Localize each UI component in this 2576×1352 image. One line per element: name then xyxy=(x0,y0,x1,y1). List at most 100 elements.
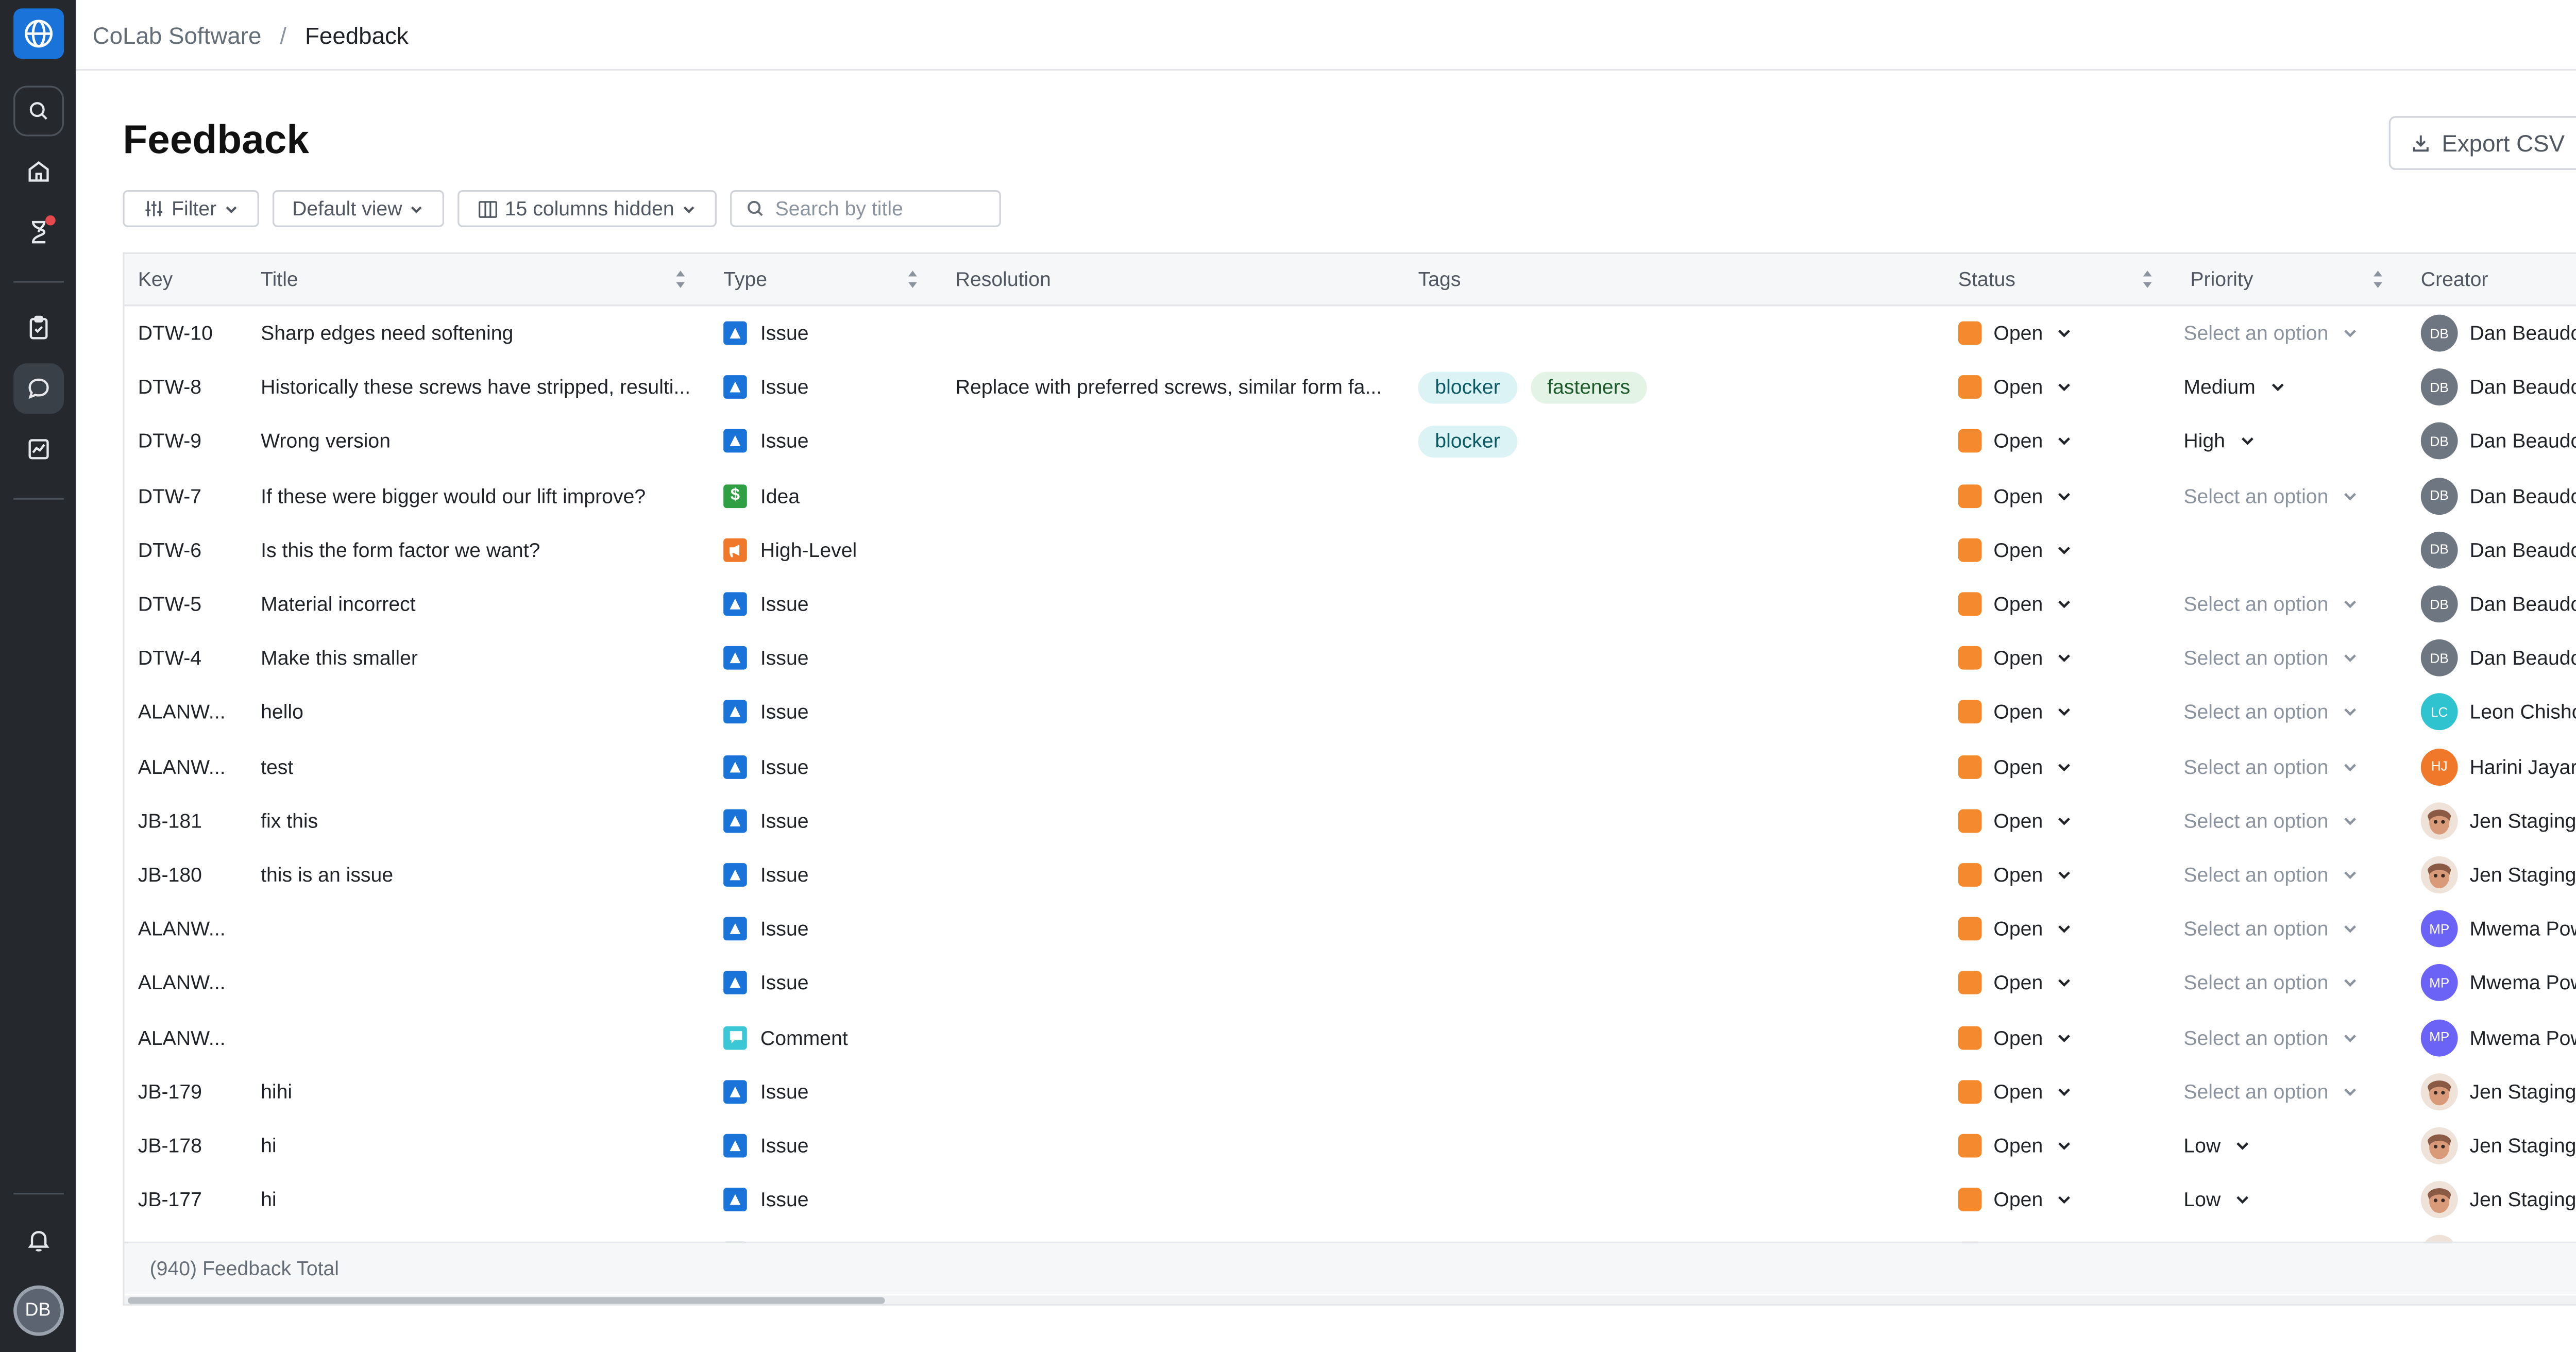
priority-select[interactable]: Select an option xyxy=(2183,631,2394,685)
cell-tags[interactable]: blocker fasteners xyxy=(1418,360,1923,414)
table-row[interactable]: DTW-9 Wrong version Issue blocker Open H… xyxy=(125,415,2576,468)
cell-tags[interactable] xyxy=(1418,1173,1923,1227)
cell-type[interactable]: Issue xyxy=(723,739,942,793)
cell-type[interactable]: Issue xyxy=(723,1173,942,1227)
avatar[interactable]: HJ xyxy=(2420,748,2458,785)
cell-tags[interactable] xyxy=(1418,902,1923,956)
status-select[interactable]: Open xyxy=(1958,1173,2160,1227)
colab-logo[interactable] xyxy=(12,8,63,59)
status-select[interactable]: Open xyxy=(1958,794,2160,848)
status-select[interactable]: Open xyxy=(1958,631,2160,685)
cell-type[interactable]: Issue xyxy=(723,902,942,956)
table-row[interactable]: JB-178 hi Issue Open Low Jen Staging xyxy=(125,1119,2576,1172)
cell-key[interactable]: ALANW... xyxy=(138,956,249,1010)
cell-tags[interactable] xyxy=(1418,469,1923,522)
table-row[interactable]: ALANW... Issue Open Select an option MP M… xyxy=(125,956,2576,1010)
view-select-button[interactable]: Default view xyxy=(272,190,445,227)
cell-type[interactable]: Issue xyxy=(723,631,942,685)
cell-title[interactable]: hi xyxy=(261,1173,694,1227)
cell-title[interactable]: hihi xyxy=(261,1064,694,1118)
horizontal-scrollbar[interactable] xyxy=(124,1295,2576,1304)
columns-button[interactable]: 15 columns hidden xyxy=(457,190,717,227)
global-search-button[interactable] xyxy=(12,86,63,137)
cell-key[interactable]: JB-177 xyxy=(138,1173,249,1227)
cell-title[interactable]: Sharp edges need softening xyxy=(261,306,694,360)
cell-key[interactable]: JB-180 xyxy=(138,848,249,902)
avatar[interactable]: DB xyxy=(2420,314,2458,352)
cell-type[interactable]: Comment xyxy=(723,1010,942,1064)
cell-creator[interactable]: DB Dan Beaudoin xyxy=(2420,360,2576,414)
table-row[interactable]: JB-181 fix this Issue Open Select an opt… xyxy=(125,794,2576,848)
avatar[interactable] xyxy=(2420,856,2458,893)
cell-creator[interactable]: DB Dan Beaudoin xyxy=(2420,415,2576,468)
cell-key[interactable]: DTW-8 xyxy=(138,360,249,414)
cell-creator[interactable]: DB Dan Beaudoin xyxy=(2420,631,2576,685)
cell-tags[interactable] xyxy=(1418,956,1923,1010)
cell-resolution[interactable] xyxy=(956,902,1389,956)
reviews-button[interactable] xyxy=(12,207,63,258)
avatar[interactable]: LC xyxy=(2420,694,2458,731)
sort-icon[interactable] xyxy=(2372,269,2384,289)
cell-title[interactable]: hi xyxy=(261,1119,694,1172)
cell-key[interactable]: ALANW... xyxy=(138,902,249,956)
status-select[interactable]: Open xyxy=(1958,577,2160,631)
cell-resolution[interactable] xyxy=(956,1173,1389,1227)
export-csv-button[interactable]: Export CSV xyxy=(2388,116,2576,170)
cell-tags[interactable] xyxy=(1418,794,1923,848)
cell-title[interactable]: If these were bigger would our lift impr… xyxy=(261,469,694,522)
cell-creator[interactable]: MP Mwema Powa xyxy=(2420,1010,2576,1064)
table-row[interactable]: DTW-6 Is this the form factor we want? H… xyxy=(125,523,2576,577)
cell-tags[interactable] xyxy=(1418,1064,1923,1118)
cell-tags[interactable] xyxy=(1418,848,1923,902)
priority-select[interactable] xyxy=(2183,523,2394,577)
cell-title[interactable]: Historically these screws have stripped,… xyxy=(261,360,694,414)
cell-type[interactable]: Issue xyxy=(723,306,942,360)
priority-select[interactable]: Select an option xyxy=(2183,469,2394,522)
home-button[interactable] xyxy=(12,146,63,197)
table-row[interactable]: JB-179 hihi Issue Open Select an option … xyxy=(125,1064,2576,1118)
cell-resolution[interactable] xyxy=(956,523,1389,577)
search-field[interactable] xyxy=(730,190,1001,227)
sort-icon[interactable] xyxy=(674,269,686,289)
cell-creator[interactable]: HJ Harini Jayaraman xyxy=(2420,739,2576,793)
avatar[interactable]: MP xyxy=(2420,1019,2458,1056)
cell-resolution[interactable] xyxy=(956,794,1389,848)
cell-type[interactable]: $ Idea xyxy=(723,469,942,522)
cell-resolution[interactable]: Replace with preferred screws, similar f… xyxy=(956,360,1389,414)
cell-title[interactable] xyxy=(261,1010,694,1064)
avatar[interactable]: MP xyxy=(2420,910,2458,948)
cell-creator[interactable]: LC Leon Chisholm xyxy=(2420,685,2576,739)
avatar[interactable]: DB xyxy=(2420,531,2458,569)
tag-blocker[interactable]: blocker xyxy=(1418,371,1517,403)
cell-tags[interactable] xyxy=(1418,1119,1923,1172)
feedback-button[interactable] xyxy=(12,363,63,414)
table-row[interactable]: JB-180 this is an issue Issue Open Selec… xyxy=(125,848,2576,902)
cell-resolution[interactable] xyxy=(956,739,1389,793)
cell-creator[interactable]: Jen Staging xyxy=(2420,794,2576,848)
table-row[interactable]: DTW-5 Material incorrect Issue Open Sele… xyxy=(125,577,2576,631)
breadcrumb-org-link[interactable]: CoLab Software xyxy=(93,21,262,48)
cell-resolution[interactable] xyxy=(956,1010,1389,1064)
status-select[interactable]: Open xyxy=(1958,360,2160,414)
sort-icon[interactable] xyxy=(907,269,919,289)
cell-creator[interactable]: DB Dan Beaudoin xyxy=(2420,523,2576,577)
cell-creator[interactable]: Jen Staging xyxy=(2420,1119,2576,1172)
cell-resolution[interactable] xyxy=(956,469,1389,522)
cell-resolution[interactable] xyxy=(956,956,1389,1010)
column-header-tags[interactable]: Tags xyxy=(1418,254,1461,306)
priority-select[interactable]: Select an option xyxy=(2183,794,2394,848)
cell-creator[interactable]: DB Dan Beaudoin xyxy=(2420,577,2576,631)
priority-select[interactable]: High xyxy=(2183,415,2394,468)
cell-tags[interactable]: blocker xyxy=(1418,415,1923,468)
avatar[interactable]: MP xyxy=(2420,965,2458,1002)
priority-select[interactable]: Select an option xyxy=(2183,577,2394,631)
status-select[interactable]: Open xyxy=(1958,415,2160,468)
table-row[interactable]: ALANW... hello Issue Open Select an opti… xyxy=(125,685,2576,739)
avatar[interactable] xyxy=(2420,1073,2458,1110)
cell-key[interactable]: JB-179 xyxy=(138,1064,249,1118)
column-header-title[interactable]: Title xyxy=(261,254,298,306)
cell-key[interactable]: DTW-4 xyxy=(138,631,249,685)
column-header-status[interactable]: Status xyxy=(1958,254,2015,306)
priority-select[interactable]: Select an option xyxy=(2183,1010,2394,1064)
status-select[interactable]: Open xyxy=(1958,469,2160,522)
